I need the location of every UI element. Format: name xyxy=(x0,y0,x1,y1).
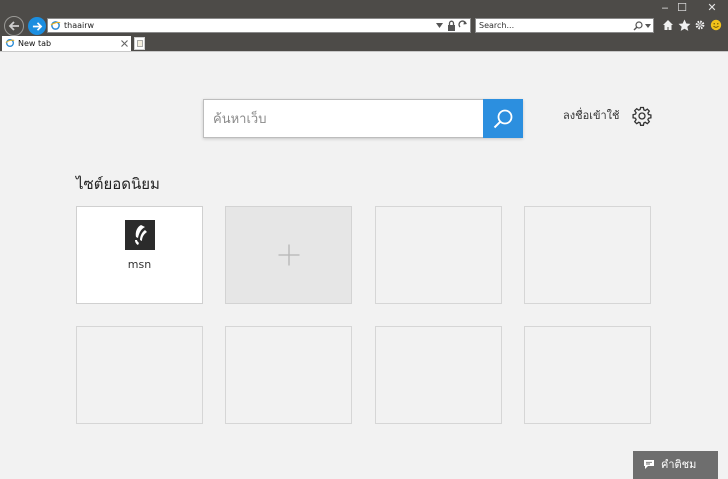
maximize-button[interactable]: ☐ xyxy=(669,1,695,15)
web-search-button[interactable] xyxy=(483,99,523,138)
search-icon xyxy=(493,109,513,128)
tile-label: msn xyxy=(127,258,152,271)
empty-site-tile[interactable] xyxy=(524,206,651,304)
back-button[interactable] xyxy=(4,16,24,36)
new-tab-button[interactable] xyxy=(134,37,145,50)
tools-button[interactable] xyxy=(693,17,707,33)
chat-bubble-icon xyxy=(644,460,654,469)
msn-logo xyxy=(125,220,155,250)
new-tab-icon xyxy=(137,40,143,47)
top-site-tile-msn[interactable]: msn xyxy=(76,206,203,304)
dropdown-arrow-icon[interactable] xyxy=(436,23,443,28)
tab-title: New tab xyxy=(18,39,52,48)
address-bar[interactable]: thaairw xyxy=(47,18,471,33)
content-divider xyxy=(0,51,728,52)
forward-arrow-icon xyxy=(32,21,42,31)
web-search-input[interactable] xyxy=(213,109,478,129)
feedback-button[interactable]: คำติชม xyxy=(633,451,718,479)
empty-site-tile[interactable] xyxy=(225,326,352,424)
address-text[interactable]: thaairw xyxy=(64,20,94,32)
plus-icon xyxy=(278,244,299,266)
browser-search-input[interactable] xyxy=(479,19,619,32)
forward-button[interactable] xyxy=(28,17,46,35)
gear-icon xyxy=(632,106,652,126)
msn-butterfly-icon xyxy=(135,225,147,245)
tab-new-tab[interactable]: New tab xyxy=(2,36,131,51)
refresh-icon[interactable] xyxy=(458,20,468,31)
empty-site-tile[interactable] xyxy=(524,326,651,424)
title-bar: ‒ ☐ ✕ thaairw Search... New tab xyxy=(0,0,728,51)
home-button[interactable] xyxy=(661,17,675,33)
empty-site-tile[interactable] xyxy=(375,326,502,424)
empty-site-tile[interactable] xyxy=(375,206,502,304)
sign-in-link[interactable]: ลงชื่อเข้าใช้ xyxy=(563,108,619,124)
search-dropdown-icon[interactable] xyxy=(645,24,651,28)
close-button[interactable]: ✕ xyxy=(699,1,725,15)
ie-page-icon xyxy=(50,21,61,30)
feedback-smiley-button[interactable] xyxy=(709,17,723,33)
add-site-tile[interactable] xyxy=(225,206,352,304)
settings-button[interactable] xyxy=(632,106,652,126)
favorites-button[interactable] xyxy=(677,17,691,33)
ie-tab-icon xyxy=(5,39,15,47)
web-search-box[interactable] xyxy=(203,99,523,138)
home-icon xyxy=(663,20,673,30)
empty-site-tile[interactable] xyxy=(76,326,203,424)
lock-icon xyxy=(448,20,455,31)
gear-icon xyxy=(695,20,705,30)
search-icon[interactable] xyxy=(633,21,643,31)
back-arrow-icon xyxy=(8,21,19,31)
top-sites-heading: ไซต์ยอดนิยม xyxy=(76,175,160,193)
feedback-label: คำติชม xyxy=(661,458,697,471)
browser-search-box[interactable] xyxy=(475,18,654,33)
smiley-icon xyxy=(710,19,722,31)
close-tab-icon[interactable] xyxy=(121,40,128,47)
star-icon xyxy=(678,19,690,31)
